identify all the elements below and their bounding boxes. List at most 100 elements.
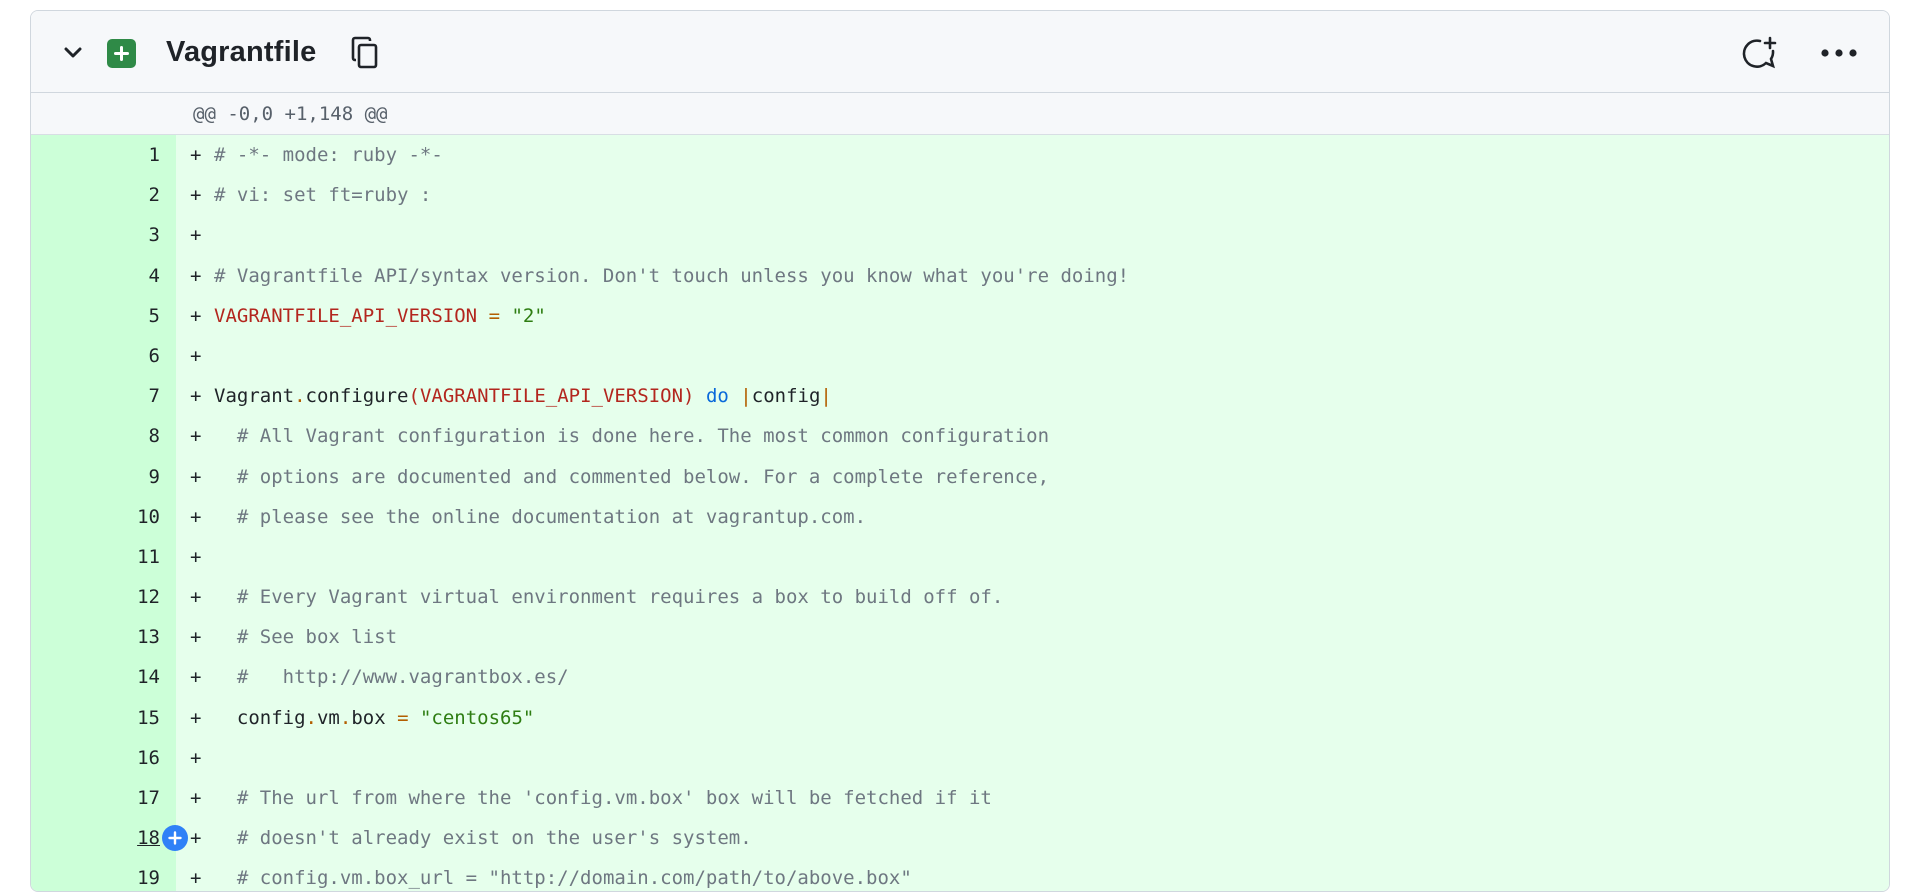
line-number[interactable]: 18 xyxy=(31,818,176,859)
diff-line: 8 + # All Vagrant configuration is done h… xyxy=(31,416,1889,457)
code-cell: + # please see the online documentation … xyxy=(176,496,1889,537)
line-number[interactable]: 10 xyxy=(31,496,176,537)
hunk-header-text: @@ -0,0 +1,148 @@ xyxy=(193,103,388,125)
addition-marker: + xyxy=(190,706,202,729)
more-options-button[interactable] xyxy=(1817,33,1861,73)
addition-marker: + xyxy=(190,344,202,367)
code-cell: + xyxy=(176,536,1889,578)
line-number[interactable]: 13 xyxy=(31,617,176,658)
code-text: VAGRANTFILE_API_VERSION = "2" xyxy=(214,304,546,327)
line-number[interactable]: 1 xyxy=(31,135,176,176)
addition-marker: + xyxy=(190,304,202,327)
code-cell: + xyxy=(176,737,1889,778)
line-number[interactable]: 5 xyxy=(31,295,176,336)
code-cell: + # http://www.vagrantbox.es/ xyxy=(176,657,1889,698)
code-cell: + # doesn't already exist on the user's … xyxy=(176,818,1889,859)
code-cell: + VAGRANTFILE_API_VERSION = "2" xyxy=(176,295,1889,336)
code-text: # doesn't already exist on the user's sy… xyxy=(236,827,752,850)
line-number[interactable]: 9 xyxy=(31,456,176,497)
addition-marker: + xyxy=(190,224,202,247)
code-text: # The url from where the 'config.vm.box'… xyxy=(236,787,992,809)
line-number[interactable]: 3 xyxy=(31,215,176,256)
code-cell: + # vi: set ft=ruby : xyxy=(176,175,1889,216)
code-text: # See box list xyxy=(236,626,398,649)
addition-marker: + xyxy=(190,626,202,649)
line-number[interactable]: 7 xyxy=(31,376,176,417)
comment-add-icon xyxy=(1742,36,1777,69)
code-text: # http://www.vagrantbox.es/ xyxy=(236,666,569,689)
addition-marker: + xyxy=(190,144,202,166)
line-number[interactable]: 16 xyxy=(31,737,176,778)
code-cell: + # options are documented and commented… xyxy=(176,456,1889,497)
line-number[interactable]: 14 xyxy=(31,657,176,698)
addition-marker: + xyxy=(190,827,202,850)
line-number[interactable]: 8 xyxy=(31,416,176,457)
line-number[interactable]: 12 xyxy=(31,577,176,618)
addition-marker: + xyxy=(190,184,202,207)
addition-marker: + xyxy=(190,264,202,287)
add-line-comment-button[interactable] xyxy=(162,825,188,852)
addition-marker: + xyxy=(190,465,202,488)
plus-icon xyxy=(168,831,182,845)
addition-marker: + xyxy=(190,425,202,448)
code-cell: + # Every Vagrant virtual environment re… xyxy=(176,577,1889,618)
diff-line: 11 + xyxy=(31,536,1889,578)
addition-marker: + xyxy=(190,787,202,809)
code-cell: + xyxy=(176,335,1889,377)
copy-path-button[interactable] xyxy=(347,35,383,71)
collapse-button[interactable] xyxy=(60,40,86,66)
diff-line: 9 + # options are documented and commente… xyxy=(31,456,1889,497)
code-text: config.vm.box = "centos65" xyxy=(214,706,535,729)
diff-line: 2 + # vi: set ft=ruby : xyxy=(31,175,1889,216)
line-number[interactable]: 17 xyxy=(31,778,176,819)
kebab-horizontal-icon xyxy=(1821,49,1857,57)
file-name[interactable]: Vagrantfile xyxy=(166,36,316,69)
code-text: # config.vm.box_url = "http://domain.com… xyxy=(236,867,912,890)
code-cell: + # All Vagrant configuration is done he… xyxy=(176,416,1889,457)
code-text: Vagrant.configure(VAGRANTFILE_API_VERSIO… xyxy=(214,385,832,408)
code-text: # Vagrantfile API/syntax version. Don't … xyxy=(214,264,1130,287)
code-cell: + xyxy=(176,215,1889,256)
code-cell: + # -*- mode: ruby -*- xyxy=(176,135,1889,176)
line-number[interactable]: 6 xyxy=(31,335,176,377)
line-number[interactable]: 15 xyxy=(31,697,176,738)
code-text: # All Vagrant configuration is done here… xyxy=(236,425,1050,448)
addition-marker: + xyxy=(190,505,202,528)
diff-file: Vagrantfile @@ -0,0 +1,148 @@ 1 + # -*- mo… xyxy=(30,10,1890,892)
diff-line: 10 + # please see the online documentatio… xyxy=(31,496,1889,537)
file-header: Vagrantfile xyxy=(31,11,1889,93)
code-text: # -*- mode: ruby -*- xyxy=(214,144,443,166)
code-cell: + # config.vm.box_url = "http://domain.c… xyxy=(176,858,1889,891)
diff-lines: 1 + # -*- mode: ruby -*- 2 + # vi: set ft=rub… xyxy=(31,135,1889,891)
addition-marker: + xyxy=(190,666,202,689)
code-cell: + # See box list xyxy=(176,617,1889,658)
addition-marker: + xyxy=(190,586,202,609)
code-cell: + # Vagrantfile API/syntax version. Don't… xyxy=(176,255,1889,296)
diff-line: 3 + xyxy=(31,215,1889,256)
diff-line: 18 + # doesn't already exist on the user'… xyxy=(31,818,1889,859)
diff-line: 6 + xyxy=(31,335,1889,377)
chevron-down-icon xyxy=(64,47,82,58)
diff-line: 16 + xyxy=(31,737,1889,778)
diff-line: 13 + # See box list xyxy=(31,617,1889,658)
diff-line: 12 + # Every Vagrant virtual environment … xyxy=(31,577,1889,618)
addition-marker: + xyxy=(190,385,202,408)
code-text: # options are documented and commented b… xyxy=(236,465,1050,488)
addition-marker: + xyxy=(190,545,202,568)
diff-line: 1 + # -*- mode: ruby -*- xyxy=(31,135,1889,176)
diff-line: 17 + # The url from where the 'config.vm.… xyxy=(31,778,1889,819)
line-number[interactable]: 4 xyxy=(31,255,176,296)
line-number[interactable]: 2 xyxy=(31,175,176,216)
hunk-gutter xyxy=(31,93,176,134)
comment-on-file-button[interactable] xyxy=(1739,33,1779,73)
code-cell: + Vagrant.configure(VAGRANTFILE_API_VERSI… xyxy=(176,376,1889,417)
code-cell: + config.vm.box = "centos65" xyxy=(176,697,1889,738)
diff-line: 5 + VAGRANTFILE_API_VERSION = "2" xyxy=(31,295,1889,336)
line-number[interactable]: 11 xyxy=(31,536,176,578)
file-added-icon xyxy=(107,39,136,68)
line-number[interactable]: 19 xyxy=(31,858,176,891)
copy-icon xyxy=(351,36,378,69)
diff-line: 19 + # config.vm.box_url = "http://domain… xyxy=(31,858,1889,891)
diff-line: 7 + Vagrant.configure(VAGRANTFILE_API_VERS… xyxy=(31,376,1889,417)
addition-marker: + xyxy=(190,867,202,890)
